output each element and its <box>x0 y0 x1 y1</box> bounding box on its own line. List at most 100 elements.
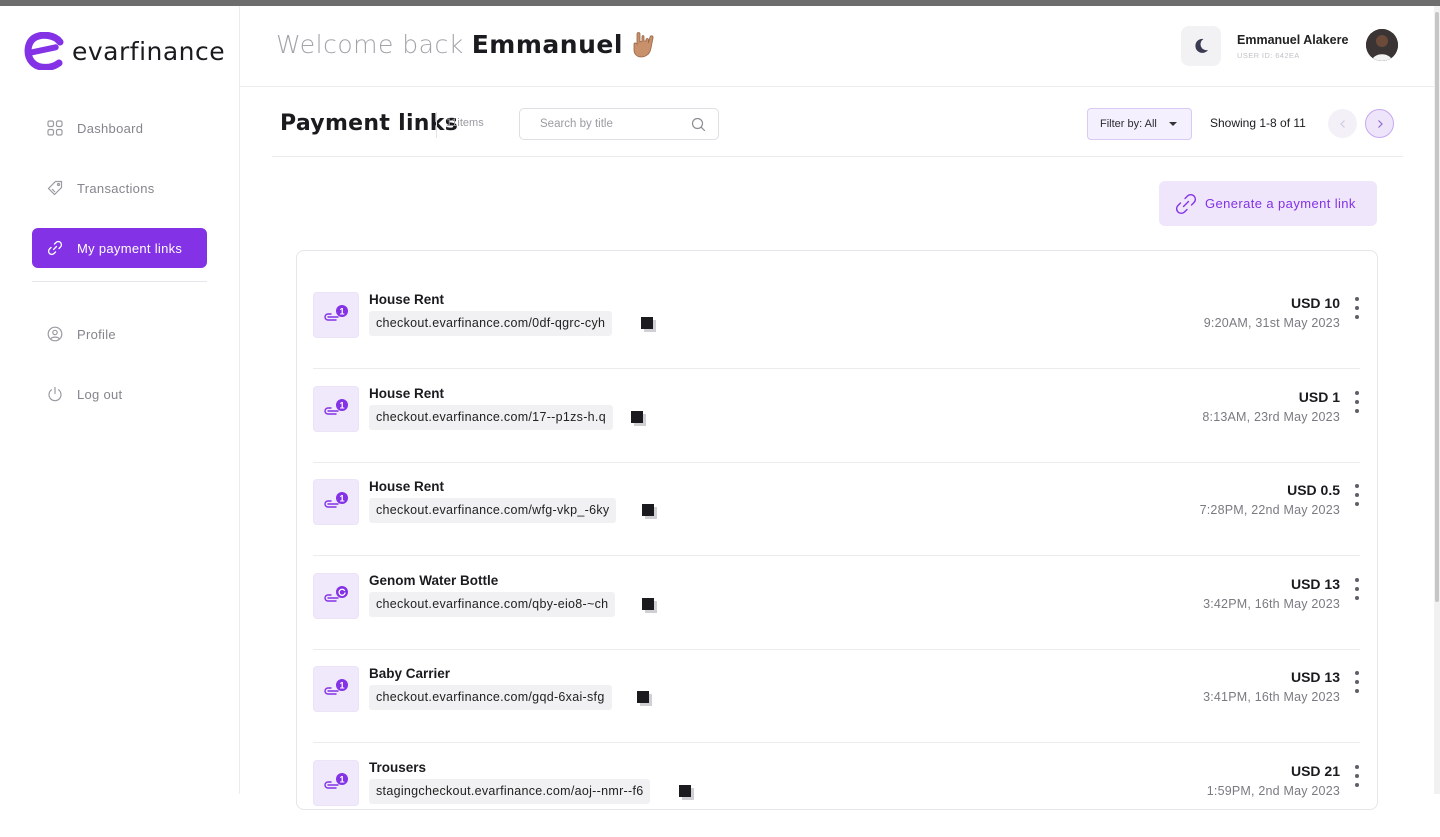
caret-down-icon <box>1168 122 1177 126</box>
items-count: 11items <box>436 112 484 138</box>
sidebar-item-transactions[interactable]: Transactions <box>32 168 207 208</box>
payment-link-amount: USD 1 <box>1298 389 1340 405</box>
more-options-icon[interactable] <box>1354 765 1360 787</box>
payment-link-date: 3:42PM, 16th May 2023 <box>1203 597 1340 611</box>
grid-icon <box>46 120 63 137</box>
copy-icon[interactable] <box>641 317 653 329</box>
moon-icon <box>1195 38 1208 53</box>
payment-link-badge: 1 <box>313 386 359 432</box>
scrollbar-thumb[interactable] <box>1435 12 1439 602</box>
svg-text:1: 1 <box>339 494 344 504</box>
payment-link-row[interactable]: 1 House Rent checkout.evarfinance.com/0d… <box>313 275 1360 369</box>
dark-mode-toggle[interactable] <box>1181 26 1221 66</box>
copy-icon[interactable] <box>642 598 654 610</box>
payment-link-row[interactable]: 1 House Rent checkout.evarfinance.com/wf… <box>313 462 1360 556</box>
payment-link-title: Baby Carrier <box>369 666 451 681</box>
payment-link-date: 1:59PM, 2nd May 2023 <box>1206 784 1340 798</box>
copy-icon[interactable] <box>642 504 654 516</box>
payment-link-amount: USD 21 <box>1290 763 1340 779</box>
payment-link-amount: USD 13 <box>1290 576 1340 592</box>
link-count-icon: 1 <box>324 399 348 415</box>
filter-label: Filter by: All <box>1100 118 1157 130</box>
rock-hand-icon <box>633 31 654 57</box>
welcome-name: Emmanuel <box>471 30 623 59</box>
payment-link-row[interactable]: 1 House Rent checkout.evarfinance.com/17… <box>313 369 1360 463</box>
svg-text:1: 1 <box>339 307 344 317</box>
tag-icon <box>46 180 63 197</box>
sidebar-item-my-payment-links[interactable]: My payment links <box>32 228 207 268</box>
generate-payment-link-label: Generate a payment link <box>1205 196 1356 211</box>
payment-link-date: 8:13AM, 23rd May 2023 <box>1202 410 1340 424</box>
payment-link-title: House Rent <box>369 292 445 307</box>
link-count-icon: 1 <box>324 492 348 508</box>
payment-link-date: 9:20AM, 31st May 2023 <box>1203 316 1340 330</box>
sidebar-item-label: Profile <box>77 326 116 342</box>
avatar[interactable] <box>1366 29 1398 61</box>
sidebar: evarfinance Dashboard Transactions My pa… <box>0 6 240 794</box>
payment-link-badge: 1 <box>313 666 359 712</box>
brand-name: evarfinance <box>72 36 226 66</box>
evarfinance-logo-icon <box>24 32 64 70</box>
payment-link-url: checkout.evarfinance.com/0df-qgrc-cyh <box>369 311 613 336</box>
more-options-icon[interactable] <box>1354 484 1360 506</box>
search-icon[interactable] <box>691 117 706 132</box>
more-options-icon[interactable] <box>1354 391 1360 413</box>
avatar-image <box>1366 29 1398 61</box>
sidebar-divider <box>32 281 207 282</box>
more-options-icon[interactable] <box>1354 578 1360 600</box>
payment-link-badge: 1 <box>313 292 359 338</box>
search-box <box>519 108 719 140</box>
payment-link-badge <box>313 573 359 619</box>
pagination-summary: Showing 1-8 of 11 <box>1210 116 1306 130</box>
brand-logo[interactable]: evarfinance <box>24 32 225 70</box>
payment-link-date: 3:41PM, 16th May 2023 <box>1203 690 1340 704</box>
sidebar-item-label: Transactions <box>77 180 155 196</box>
next-page-button[interactable] <box>1365 109 1394 138</box>
payment-link-title: House Rent <box>369 479 445 494</box>
payment-links-toolbar: Payment links 11items Filter by: All Sho… <box>272 87 1403 157</box>
top-header: Welcome back Emmanuel Emmanuel Alakere U… <box>240 6 1434 87</box>
link-count-icon: 1 <box>324 773 348 789</box>
sidebar-item-logout[interactable]: Log out <box>32 374 207 414</box>
copy-icon[interactable] <box>637 691 649 703</box>
page-scrollbar[interactable] <box>1434 6 1440 794</box>
user-name: Emmanuel Alakere <box>1237 33 1349 47</box>
payment-link-url: checkout.evarfinance.com/17--p1zs-h.q <box>369 405 613 430</box>
search-input[interactable] <box>540 110 700 138</box>
payment-link-amount: USD 13 <box>1290 669 1340 685</box>
chevron-left-icon <box>1339 119 1345 128</box>
user-id: USER ID: 642EA <box>1237 51 1300 60</box>
page-title: Payment links <box>280 111 459 136</box>
payment-link-date: 7:28PM, 22nd May 2023 <box>1199 503 1340 517</box>
more-options-icon[interactable] <box>1354 671 1360 693</box>
svg-text:1: 1 <box>339 681 344 691</box>
payment-link-url: checkout.evarfinance.com/gqd-6xai-sfg <box>369 685 612 710</box>
payment-link-row[interactable]: 1 Baby Carrier checkout.evarfinance.com/… <box>313 649 1360 743</box>
payment-link-row[interactable]: Genom Water Bottle checkout.evarfinance.… <box>313 556 1360 650</box>
generate-payment-link-button[interactable]: Generate a payment link <box>1159 181 1377 226</box>
payment-link-title: House Rent <box>369 386 445 401</box>
payment-link-row[interactable]: 1 Trousers stagingcheckout.evarfinance.c… <box>313 743 1360 837</box>
user-circle-icon <box>46 326 63 343</box>
svg-text:1: 1 <box>339 401 344 411</box>
copy-icon[interactable] <box>631 411 643 423</box>
previous-page-button[interactable] <box>1328 109 1357 138</box>
link-refresh-icon <box>324 586 348 602</box>
more-options-icon[interactable] <box>1354 297 1360 319</box>
filter-dropdown[interactable]: Filter by: All <box>1087 108 1192 140</box>
link-icon <box>46 240 63 257</box>
link-count-icon: 1 <box>324 305 348 321</box>
payment-links-list: 1 House Rent checkout.evarfinance.com/0d… <box>296 250 1378 810</box>
copy-icon[interactable] <box>679 785 691 797</box>
welcome-message: Welcome back Emmanuel <box>276 30 657 59</box>
payment-link-amount: USD 0.5 <box>1287 482 1340 498</box>
sidebar-nav: Dashboard Transactions My payment links … <box>32 108 207 434</box>
payment-link-amount: USD 10 <box>1290 295 1340 311</box>
payment-link-badge: 1 <box>313 760 359 806</box>
payment-link-url: checkout.evarfinance.com/qby-eio8-~ch <box>369 592 616 617</box>
sidebar-item-profile[interactable]: Profile <box>32 314 207 354</box>
payment-link-badge: 1 <box>313 479 359 525</box>
payment-link-url: checkout.evarfinance.com/wfg-vkp_-6ky <box>369 498 617 523</box>
payment-link-url: stagingcheckout.evarfinance.com/aoj--nmr… <box>369 779 651 804</box>
sidebar-item-dashboard[interactable]: Dashboard <box>32 108 207 148</box>
